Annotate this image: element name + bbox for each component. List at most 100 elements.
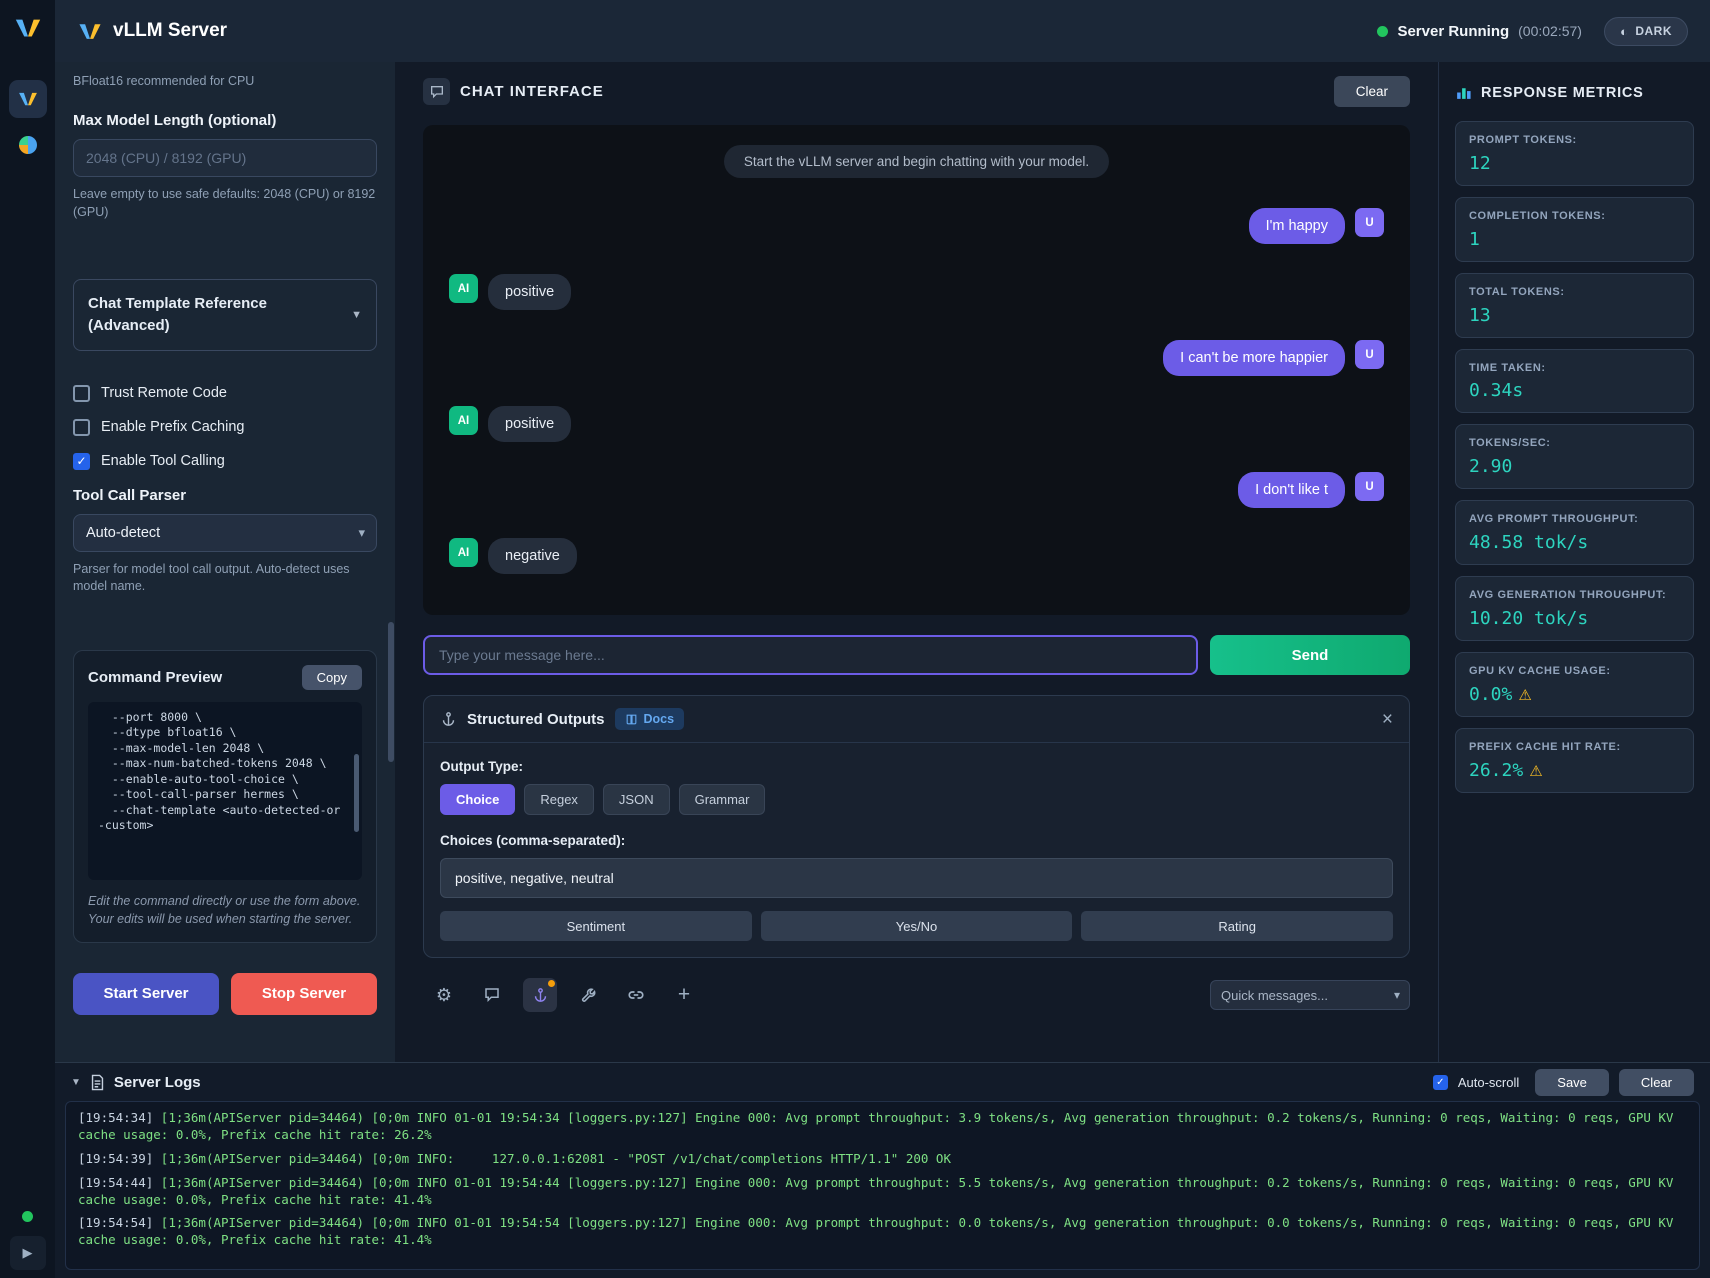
expand-panel-button[interactable]: ▶ <box>10 1236 46 1270</box>
user-avatar: U <box>1355 472 1384 501</box>
chat-message: I can't be more happierU <box>449 340 1384 376</box>
code-scrollbar-thumb[interactable] <box>354 754 359 832</box>
app-title: vLLM Server <box>113 20 227 42</box>
checkbox-label: Trust Remote Code <box>101 385 227 401</box>
output-type-regex[interactable]: Regex <box>524 784 594 815</box>
tool-call-parser-select[interactable]: Auto-detect <box>73 514 377 552</box>
checkbox-row[interactable]: ✓Enable Tool Calling <box>73 453 377 470</box>
output-type-choice[interactable]: Choice <box>440 784 515 815</box>
metric-card: COMPLETION TOKENS:1 <box>1455 197 1694 262</box>
wrench-tool-icon[interactable] <box>571 978 605 1012</box>
autoscroll-checkbox[interactable]: ✓ <box>1433 1075 1448 1090</box>
quick-messages-select[interactable]: Quick messages... <box>1210 980 1410 1010</box>
add-tool-icon[interactable]: + <box>667 978 701 1012</box>
collapse-logs-icon[interactable]: ▼ <box>71 1077 81 1088</box>
metric-value: 13 <box>1469 305 1680 326</box>
chat-template-reference-toggle[interactable]: Chat Template Reference (Advanced) ▼ <box>73 279 377 351</box>
rail-item-vllm[interactable] <box>9 80 47 118</box>
chat-template-reference-label: Chat Template Reference (Advanced) <box>88 293 343 337</box>
preset-rating[interactable]: Rating <box>1081 911 1393 941</box>
log-timestamp: [19:54:39] <box>78 1151 161 1166</box>
theme-icon: ◐ <box>1620 24 1628 39</box>
checkbox-unchecked[interactable] <box>73 385 90 402</box>
metric-label: TOTAL TOKENS: <box>1469 285 1680 300</box>
log-line: [19:54:44] [1;36m(APIServer pid=34464) [… <box>78 1175 1687 1209</box>
metric-value: 1 <box>1469 229 1680 250</box>
structured-outputs-body: Output Type: Choice Regex JSON Grammar Choi… <box>424 743 1409 957</box>
sidebar-scrollbar-thumb[interactable] <box>388 622 394 762</box>
config-sidebar: BFloat16 recommended for CPU Max Model L… <box>55 62 395 1062</box>
docs-link[interactable]: Docs <box>615 708 685 730</box>
checkbox-unchecked[interactable] <box>73 419 90 436</box>
choices-input[interactable] <box>440 858 1393 898</box>
log-text: [1;36m(APIServer pid=34464) [0;0m INFO 0… <box>78 1110 1681 1142</box>
start-server-button[interactable]: Start Server <box>73 973 219 1015</box>
preset-yesno[interactable]: Yes/No <box>761 911 1073 941</box>
rail-bottom: ▶ <box>0 1211 55 1270</box>
output-type-grammar[interactable]: Grammar <box>679 784 766 815</box>
notification-dot <box>548 980 555 987</box>
chat-messages: I'm happyUAIpositiveI can't be more happ… <box>423 208 1410 574</box>
metric-label: GPU KV CACHE USAGE: <box>1469 664 1680 679</box>
structured-outputs-icon <box>440 711 457 728</box>
chat-tool-icon[interactable] <box>475 978 509 1012</box>
command-preview-code[interactable]: --port 8000 \ --dtype bfloat16 \ --max-m… <box>88 702 362 880</box>
rail-status-dot <box>22 1211 33 1222</box>
metric-card: TOTAL TOKENS: 13 <box>1455 273 1694 338</box>
ai-avatar: AI <box>449 538 478 567</box>
clear-chat-button[interactable]: Clear <box>1334 76 1410 107</box>
chevron-down-icon: ▼ <box>351 309 362 321</box>
metric-label: AVG GENERATION THROUGHPUT: <box>1469 588 1680 603</box>
structured-outputs-header: Structured Outputs Docs × <box>424 696 1409 743</box>
quick-messages-wrap: Quick messages... <box>1210 980 1410 1010</box>
preset-sentiment[interactable]: Sentiment <box>440 911 752 941</box>
settings-gear-icon[interactable]: ⚙ <box>427 978 461 1012</box>
structured-outputs-panel: Structured Outputs Docs × Output Type: C… <box>423 695 1410 958</box>
command-preview-card: Command Preview Copy --port 8000 \ --dty… <box>73 650 377 943</box>
bar-chart-icon <box>1455 84 1472 101</box>
topbar-right: Server Running (00:02:57) ◐ DARK <box>1377 17 1688 46</box>
chat-bubble-icon <box>423 78 450 105</box>
checkbox-checked[interactable]: ✓ <box>73 453 90 470</box>
checkbox-row[interactable]: Enable Prefix Caching <box>73 419 377 436</box>
copy-command-button[interactable]: Copy <box>302 665 362 690</box>
output-type-json[interactable]: JSON <box>603 784 670 815</box>
log-timestamp: [19:54:44] <box>78 1175 161 1190</box>
message-bubble: I'm happy <box>1249 208 1345 244</box>
metrics-list: PROMPT TOKENS:12COMPLETION TOKENS:1TOTAL… <box>1455 121 1694 793</box>
vllm-brand-icon <box>77 21 103 42</box>
output-type-buttons: Choice Regex JSON Grammar <box>440 784 1393 815</box>
save-logs-button[interactable]: Save <box>1535 1069 1609 1096</box>
server-logs-title: Server Logs <box>114 1074 201 1091</box>
clear-logs-button[interactable]: Clear <box>1619 1069 1694 1096</box>
response-metrics-panel: RESPONSE METRICS PROMPT TOKENS:12COMPLET… <box>1438 62 1710 1062</box>
close-structured-outputs-button[interactable]: × <box>1382 710 1393 729</box>
metric-card: GPU KV CACHE USAGE:0.0%⚠ <box>1455 652 1694 717</box>
dtype-note: BFloat16 recommended for CPU <box>73 74 377 88</box>
stop-server-button[interactable]: Stop Server <box>231 973 377 1015</box>
theme-toggle-button[interactable]: ◐ DARK <box>1604 17 1688 46</box>
app-root: ▶ vLLM Server Server Running (00:02:57) <box>0 0 1710 1278</box>
warning-icon: ⚠ <box>1518 686 1531 704</box>
chat-message: AI negative <box>449 538 1384 574</box>
log-output[interactable]: [19:54:34] [1;36m(APIServer pid=34464) [… <box>65 1101 1700 1270</box>
structured-outputs-tool-icon[interactable] <box>523 978 557 1012</box>
metric-label: PROMPT TOKENS: <box>1469 133 1680 148</box>
log-line: [19:54:39] [1;36m(APIServer pid=34464) [… <box>78 1151 1687 1168</box>
chat-message: I'm happyU <box>449 208 1384 244</box>
send-button[interactable]: Send <box>1210 635 1410 675</box>
autoscroll-label: Auto-scroll <box>1458 1075 1519 1090</box>
rail-item-secondary[interactable] <box>9 126 47 164</box>
theme-label: DARK <box>1635 24 1672 38</box>
link-tool-icon[interactable] <box>619 978 653 1012</box>
warning-icon: ⚠ <box>1529 762 1542 780</box>
output-type-label: Output Type: <box>440 759 1393 774</box>
max-model-length-input[interactable] <box>73 139 377 177</box>
server-status-label: Server Running <box>1397 23 1509 40</box>
chat-panel: CHAT INTERFACE Clear Start the vLLM serv… <box>395 62 1438 1062</box>
message-bubble: negative <box>488 538 577 574</box>
log-text: [1;36m(APIServer pid=34464) [0;0m INFO 0… <box>78 1175 1681 1207</box>
checkbox-row[interactable]: Trust Remote Code <box>73 385 377 402</box>
content-row: BFloat16 recommended for CPU Max Model L… <box>55 62 1710 1062</box>
message-input[interactable] <box>423 635 1198 675</box>
